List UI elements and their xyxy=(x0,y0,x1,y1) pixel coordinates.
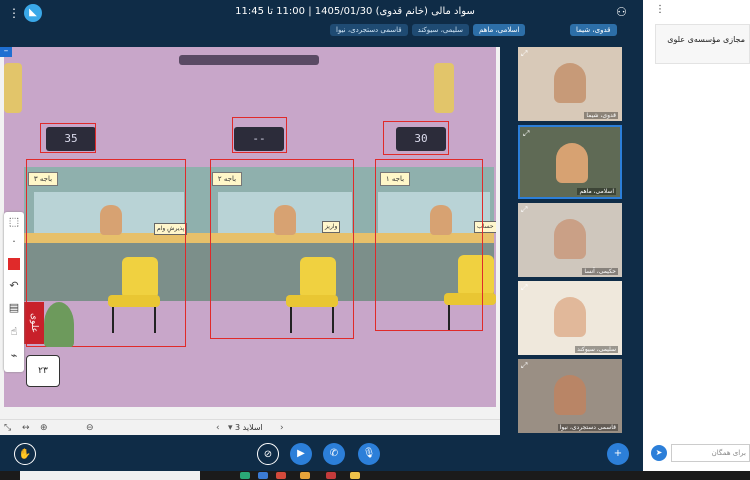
tab-participant-4[interactable]: قاسمی دستجردی، نیوا xyxy=(330,24,408,36)
tab-participant-1[interactable]: قدوی، شیما xyxy=(570,24,617,36)
chart-tool-icon[interactable]: ⌁ xyxy=(6,348,22,364)
participant-video xyxy=(554,219,586,259)
slide-dropdown-icon[interactable]: ▾ xyxy=(228,421,233,435)
chat-menu-icon[interactable]: ⋮ xyxy=(655,4,665,15)
participant-name: اسلامی، ماهم xyxy=(577,188,616,195)
taskbar-app-icon[interactable] xyxy=(258,472,268,479)
speaker-right xyxy=(434,63,454,113)
zoom-out-icon[interactable]: ⊖ xyxy=(86,421,94,435)
slide-number[interactable]: اسلاید 3 xyxy=(235,422,263,434)
fit-width-icon[interactable]: ↔ xyxy=(22,421,30,435)
dot-tool-icon[interactable]: · xyxy=(6,234,22,250)
presentation-area: 35 -- 30 باجه ۳ باجه ۲ باجه ۱ پذیرشِ وام… xyxy=(0,47,500,419)
expand-icon[interactable]: ⤢ xyxy=(523,129,529,139)
os-taskbar xyxy=(0,471,750,480)
taskbar-app-icon[interactable] xyxy=(240,472,250,479)
video-tile[interactable]: ⤢ سلیمی، سیوکند xyxy=(518,281,622,355)
annotation-box xyxy=(383,121,449,155)
camera-button[interactable]: ▶ xyxy=(290,443,312,465)
participant-name: قدوی، شیما xyxy=(584,112,618,119)
plant xyxy=(44,302,74,347)
slide-footer: ⤡ ↔ ⊕ ⊖ ‹ ▾ اسلاید 3 › xyxy=(0,419,500,435)
top-bar: ⋮ ◣ سواد مالی (خانم قدوی) 1405/01/30 | 1… xyxy=(0,0,640,40)
send-icon[interactable]: ➤ xyxy=(651,445,667,461)
video-strip: ⤢ قدوی، شیما ⤢ اسلامی، ماهم ⤢ حکیمی، آنس… xyxy=(518,47,622,437)
video-tile-selected[interactable]: ⤢ اسلامی، ماهم xyxy=(518,125,622,199)
trash-icon[interactable]: ▤ xyxy=(6,300,22,316)
slide-canvas[interactable]: 35 -- 30 باجه ۳ باجه ۲ باجه ۱ پذیرشِ وام… xyxy=(4,47,496,407)
participant-video xyxy=(556,143,588,183)
participant-tabs: اسلامی، ماهم سلیمی، سیوکند قاسمی دستجردی… xyxy=(330,24,526,36)
annotation-box xyxy=(210,159,354,339)
calendar-icon: ۲۳ xyxy=(26,355,60,387)
screen-share-button[interactable]: ⊘ xyxy=(257,443,279,465)
fullscreen-icon[interactable]: ⤡ xyxy=(4,421,11,435)
participant-video xyxy=(554,297,586,337)
drawing-toolbar: ⬚ · ↶ ▤ ☝ ⌁ xyxy=(4,212,24,372)
phone-button[interactable]: ✆ xyxy=(323,443,345,465)
meeting-controls: ✋ ⊘ ▶ ✆ 🎙 + xyxy=(0,437,643,471)
participant-name: حکیمی، آنسا xyxy=(582,268,618,275)
taskbar-app-icon[interactable] xyxy=(350,472,360,479)
ceiling-lamp xyxy=(179,55,319,65)
color-picker[interactable] xyxy=(8,258,20,270)
session-title: سواد مالی (خانم قدوی) 1405/01/30 | 11:00… xyxy=(235,6,475,17)
participant-video xyxy=(554,63,586,103)
chat-input[interactable]: برای همگان xyxy=(671,444,750,462)
app: ⋮ ◣ سواد مالی (خانم قدوی) 1405/01/30 | 1… xyxy=(0,0,750,480)
taskbar-search[interactable] xyxy=(20,471,200,480)
expand-icon[interactable]: ⤢ xyxy=(521,283,527,293)
expand-icon[interactable]: ⤢ xyxy=(521,361,527,371)
taskbar-app-icon[interactable] xyxy=(276,472,286,479)
participant-video xyxy=(554,375,586,415)
expand-icon[interactable]: ⤢ xyxy=(521,49,527,59)
annotation-box xyxy=(375,159,483,331)
prev-slide-icon[interactable]: ‹ xyxy=(216,421,220,435)
undo-icon[interactable]: ↶ xyxy=(6,278,22,294)
tab-participant-2[interactable]: اسلامی، ماهم xyxy=(473,24,526,36)
app-logo-icon: ◣ xyxy=(24,4,42,22)
user-icon[interactable]: ⚇ xyxy=(616,5,627,19)
annotation-box xyxy=(40,123,96,153)
microphone-button[interactable]: 🎙 xyxy=(358,443,380,465)
select-tool-icon[interactable]: ⬚ xyxy=(6,214,22,230)
next-slide-icon[interactable]: › xyxy=(280,421,284,435)
participant-name: سلیمی، سیوکند xyxy=(575,346,618,353)
video-tile[interactable]: ⤢ حکیمی، آنسا xyxy=(518,203,622,277)
brand-tag: علوی xyxy=(24,302,44,344)
add-button[interactable]: + xyxy=(607,443,629,465)
taskbar-app-icon[interactable] xyxy=(326,472,336,479)
video-tile[interactable]: ⤢ قاسمی دستجردی، نیوا xyxy=(518,359,622,433)
minimize-icon[interactable]: – xyxy=(0,47,12,57)
zoom-in-icon[interactable]: ⊕ xyxy=(40,421,48,435)
taskbar-app-icon[interactable] xyxy=(300,472,310,479)
chat-message: مجازی مؤسسه‌ی علوی xyxy=(655,24,750,64)
speaker-left xyxy=(4,63,22,113)
menu-dots-icon[interactable]: ⋮ xyxy=(8,6,20,20)
tab-participant-3[interactable]: سلیمی، سیوکند xyxy=(411,24,470,36)
hand-tool-icon[interactable]: ☝ xyxy=(6,324,22,340)
raise-hand-button[interactable]: ✋ xyxy=(14,443,36,465)
expand-icon[interactable]: ⤢ xyxy=(521,205,527,215)
chat-panel: ⋮ مجازی مؤسسه‌ی علوی ➤ برای همگان xyxy=(643,0,750,480)
participant-name: قاسمی دستجردی، نیوا xyxy=(557,424,618,431)
annotation-box xyxy=(232,117,287,153)
video-tile[interactable]: ⤢ قدوی، شیما xyxy=(518,47,622,121)
